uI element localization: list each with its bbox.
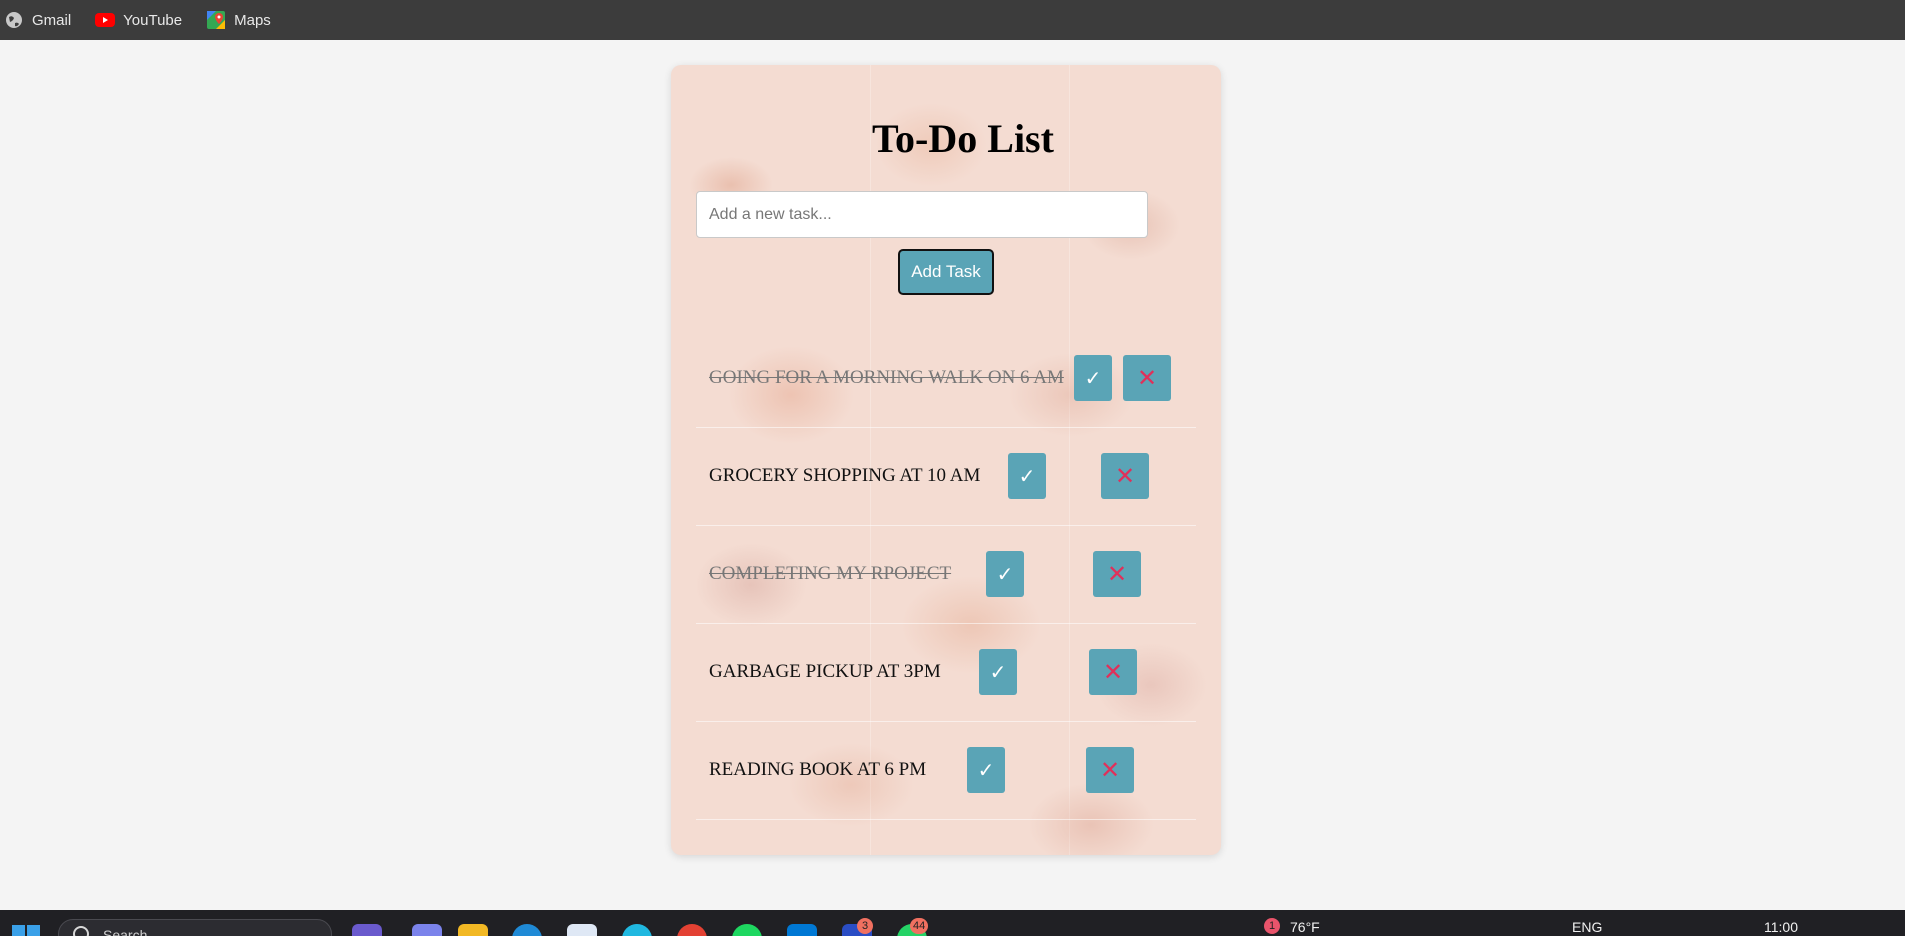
app-circle-icon[interactable] <box>622 924 652 936</box>
notification-badge: 3 <box>857 918 873 934</box>
add-task-button[interactable]: Add Task <box>898 249 994 295</box>
bookmark-gmail[interactable]: Gmail <box>2 6 73 34</box>
store-icon[interactable] <box>567 924 597 936</box>
check-icon: ✓ <box>1018 464 1036 488</box>
close-icon: ✕ <box>1136 364 1158 392</box>
weather-badge: 1 <box>1264 918 1280 934</box>
bookmark-label: Gmail <box>32 11 72 29</box>
chrome-icon[interactable] <box>677 924 707 936</box>
delete-button[interactable]: ✕ <box>1093 551 1141 597</box>
task-text[interactable]: GARBAGE PICKUP AT 3PM <box>709 661 941 683</box>
teams-icon[interactable] <box>412 924 442 936</box>
delete-button[interactable]: ✕ <box>1089 649 1137 695</box>
close-icon: ✕ <box>1106 560 1128 588</box>
check-icon: ✓ <box>1084 366 1102 390</box>
vscode-icon[interactable] <box>787 924 817 936</box>
globe-icon <box>4 10 24 30</box>
complete-button[interactable]: ✓ <box>986 551 1024 597</box>
windows-start-icon[interactable] <box>12 925 40 936</box>
delete-button[interactable]: ✕ <box>1123 355 1171 401</box>
new-task-input[interactable] <box>696 191 1148 238</box>
edge-icon[interactable] <box>512 924 542 936</box>
bookmark-youtube[interactable]: YouTube <box>93 6 184 34</box>
close-icon: ✕ <box>1099 756 1121 784</box>
bookmark-label: YouTube <box>123 11 183 29</box>
taskbar-search[interactable]: Search <box>58 919 332 936</box>
task-list: GOING FOR A MORNING WALK ON 6 AM ✓ ✕ GRO… <box>696 330 1196 820</box>
notification-badge: 44 <box>910 918 929 934</box>
task-item: COMPLETING MY RPOJECT ✓ ✕ <box>696 526 1196 624</box>
taskbar: Search 3 44 1 76°F ENG 11:00 <box>0 910 1905 936</box>
complete-button[interactable]: ✓ <box>967 747 1005 793</box>
page-title: To-Do List <box>872 116 1054 161</box>
complete-button[interactable]: ✓ <box>1074 355 1112 401</box>
youtube-icon <box>95 10 116 30</box>
task-item: READING BOOK AT 6 PM ✓ ✕ <box>696 722 1196 820</box>
maps-icon <box>206 10 226 30</box>
task-item: GARBAGE PICKUP AT 3PM ✓ ✕ <box>696 624 1196 722</box>
taskbar-search-placeholder: Search <box>103 927 148 936</box>
task-text[interactable]: GOING FOR A MORNING WALK ON 6 AM <box>709 367 1064 389</box>
delete-button[interactable]: ✕ <box>1101 453 1149 499</box>
task-text[interactable]: GROCERY SHOPPING AT 10 AM <box>709 465 980 487</box>
clock[interactable]: 11:00 <box>1764 919 1798 935</box>
delete-button[interactable]: ✕ <box>1086 747 1134 793</box>
todo-card: To-Do List Add Task GOING FOR A MORNING … <box>671 65 1221 855</box>
complete-button[interactable]: ✓ <box>1008 453 1046 499</box>
check-icon: ✓ <box>977 758 995 782</box>
spotify-icon[interactable] <box>732 924 762 936</box>
bookmarks-bar: Gmail YouTube Maps <box>0 0 1905 40</box>
bookmark-maps[interactable]: Maps <box>204 6 273 34</box>
task-item: GROCERY SHOPPING AT 10 AM ✓ ✕ <box>696 428 1196 526</box>
folder-icon[interactable] <box>458 924 488 936</box>
check-icon: ✓ <box>989 660 1007 684</box>
weather-temp[interactable]: 76°F <box>1290 919 1320 935</box>
task-text[interactable]: COMPLETING MY RPOJECT <box>709 563 951 585</box>
check-icon: ✓ <box>996 562 1014 586</box>
close-icon: ✕ <box>1102 658 1124 686</box>
close-icon: ✕ <box>1114 462 1136 490</box>
search-icon <box>73 926 89 936</box>
complete-button[interactable]: ✓ <box>979 649 1017 695</box>
bookmark-label: Maps <box>234 11 271 29</box>
language-indicator[interactable]: ENG <box>1572 919 1602 935</box>
task-text[interactable]: READING BOOK AT 6 PM <box>709 759 926 781</box>
taskbar-app-icon[interactable] <box>352 924 382 936</box>
task-item: GOING FOR A MORNING WALK ON 6 AM ✓ ✕ <box>696 330 1196 428</box>
